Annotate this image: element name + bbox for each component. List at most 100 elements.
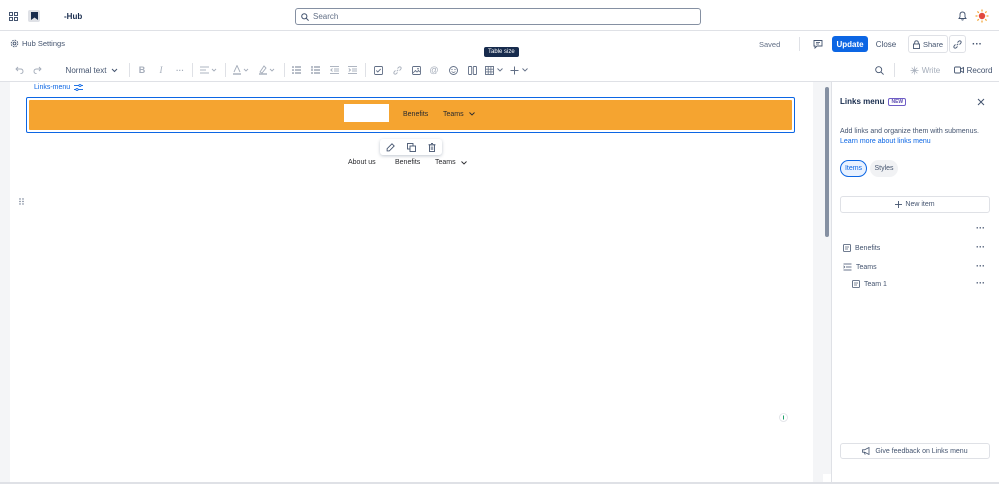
feedback-label: Give feedback on Links menu: [875, 447, 968, 455]
submenu-icon: [843, 263, 852, 271]
learn-more-link[interactable]: Learn more about links menu: [840, 137, 992, 147]
search-input[interactable]: [313, 12, 693, 21]
more-actions-icon[interactable]: ···: [971, 38, 983, 50]
panel-description-text: Add links and organize them with submenu…: [840, 128, 979, 135]
toolbar-divider: [365, 63, 366, 77]
text-style-label: Normal text: [65, 65, 107, 75]
search-icon: [301, 12, 309, 21]
scrollbar-thumb[interactable]: [825, 87, 829, 237]
search-field[interactable]: [295, 8, 701, 25]
delete-icon[interactable]: [428, 142, 436, 152]
menu-item-label: Benefits: [855, 244, 881, 252]
copy-link-button[interactable]: [949, 35, 966, 53]
give-feedback-button[interactable]: Give feedback on Links menu: [840, 443, 990, 459]
align-icon[interactable]: [199, 64, 219, 76]
image-icon[interactable]: [411, 64, 421, 76]
item-more-actions-icon[interactable]: ···: [976, 278, 985, 288]
banner-link-teams-label: Teams: [443, 110, 464, 118]
menu-item-row[interactable]: Benefits: [843, 242, 880, 254]
outdent-icon[interactable]: [329, 64, 339, 76]
layout-columns-icon[interactable]: [467, 64, 477, 76]
highlight-icon[interactable]: [258, 64, 278, 76]
banner-link-teams[interactable]: Teams: [443, 100, 475, 128]
status-indicator-icon[interactable]: [779, 413, 788, 422]
insert-dropdown[interactable]: [509, 64, 529, 76]
items-more-actions-icon[interactable]: ···: [976, 223, 985, 233]
menu-link-teams-label: Teams: [435, 159, 456, 166]
write-button[interactable]: Write: [907, 64, 943, 76]
editor-toolbar: Normal text B I ··· @ Write Record: [0, 58, 999, 82]
toolbar-divider: [284, 63, 285, 77]
comment-icon[interactable]: [812, 38, 823, 49]
app-name[interactable]: -Hub: [64, 12, 82, 21]
undo-icon[interactable]: [14, 64, 24, 76]
numbered-list-icon[interactable]: [310, 64, 320, 76]
hub-logo-icon[interactable]: [28, 10, 40, 22]
notifications-icon[interactable]: [957, 11, 967, 21]
update-button[interactable]: Update: [832, 36, 868, 52]
mention-icon[interactable]: @: [429, 64, 439, 76]
table-size-dropdown[interactable]: [484, 64, 504, 76]
links-menu-banner: Benefits Teams: [29, 100, 792, 130]
top-navigation-bar: -Hub: [0, 0, 999, 31]
chevron-down-icon: [497, 68, 503, 72]
new-item-label: New item: [905, 201, 935, 208]
chevron-down-icon: [111, 68, 118, 73]
gear-icon: [10, 39, 19, 48]
logo-placeholder: [344, 104, 389, 122]
megaphone-icon: [862, 447, 871, 455]
text-style-dropdown[interactable]: Normal text: [62, 64, 122, 76]
lock-icon: [913, 39, 920, 49]
menu-item-label: Team 1: [864, 280, 887, 288]
drag-handle-icon[interactable]: [18, 197, 24, 205]
banner-link-benefits[interactable]: Benefits: [403, 100, 428, 128]
text-color-icon[interactable]: [232, 64, 252, 76]
close-icon[interactable]: [976, 97, 986, 107]
more-formatting-icon[interactable]: ···: [174, 64, 186, 76]
links-menu-macro[interactable]: Benefits Teams: [26, 97, 795, 133]
redo-icon[interactable]: [32, 64, 42, 76]
link-icon[interactable]: [392, 64, 402, 76]
bullet-list-icon[interactable]: [291, 64, 301, 76]
menu-item-row[interactable]: Teams: [843, 261, 877, 273]
app-switcher-icon[interactable]: [8, 11, 18, 21]
chevron-down-icon: [460, 160, 467, 165]
record-button[interactable]: Record: [953, 64, 993, 76]
status-divider: [799, 37, 800, 51]
video-camera-icon: [953, 66, 964, 74]
bold-icon[interactable]: B: [137, 64, 147, 76]
share-button[interactable]: Share: [908, 35, 948, 53]
item-more-actions-icon[interactable]: ···: [976, 242, 985, 252]
find-icon[interactable]: [874, 64, 884, 76]
new-badge: NEW: [888, 97, 907, 106]
save-status: Saved: [759, 40, 781, 49]
new-item-button[interactable]: New item: [840, 196, 990, 213]
links-menu-label-text: Links-menu: [34, 84, 71, 91]
user-avatar-icon[interactable]: [975, 9, 989, 23]
toolbar-divider: [192, 63, 193, 77]
menu-link-about-us[interactable]: About us: [348, 159, 376, 166]
links-menu-macro-label[interactable]: Links-menu: [34, 84, 84, 91]
tab-items[interactable]: Items: [840, 160, 867, 177]
indent-icon[interactable]: [347, 64, 357, 76]
canvas-gutter: [0, 82, 10, 484]
item-more-actions-icon[interactable]: ···: [976, 261, 985, 271]
close-button[interactable]: Close: [872, 36, 900, 52]
tab-styles[interactable]: Styles: [870, 160, 898, 177]
duplicate-icon[interactable]: [407, 142, 416, 152]
menu-link-teams[interactable]: Teams: [435, 159, 467, 166]
record-label: Record: [966, 65, 993, 75]
emoji-icon[interactable]: [448, 64, 458, 76]
menu-item-row[interactable]: Team 1: [852, 278, 887, 290]
hub-settings-button[interactable]: Hub Settings: [10, 39, 65, 48]
link-icon: [953, 39, 962, 49]
toolbar-divider: [894, 63, 895, 77]
menu-link-benefits[interactable]: Benefits: [395, 159, 420, 166]
toolbar-divider: [225, 63, 226, 77]
plus-icon: [510, 66, 519, 75]
italic-icon[interactable]: I: [156, 64, 166, 76]
edit-icon[interactable]: [386, 142, 395, 152]
task-checkbox-icon[interactable]: [373, 64, 383, 76]
toolbar-divider: [129, 63, 130, 77]
page-icon: [843, 244, 851, 252]
